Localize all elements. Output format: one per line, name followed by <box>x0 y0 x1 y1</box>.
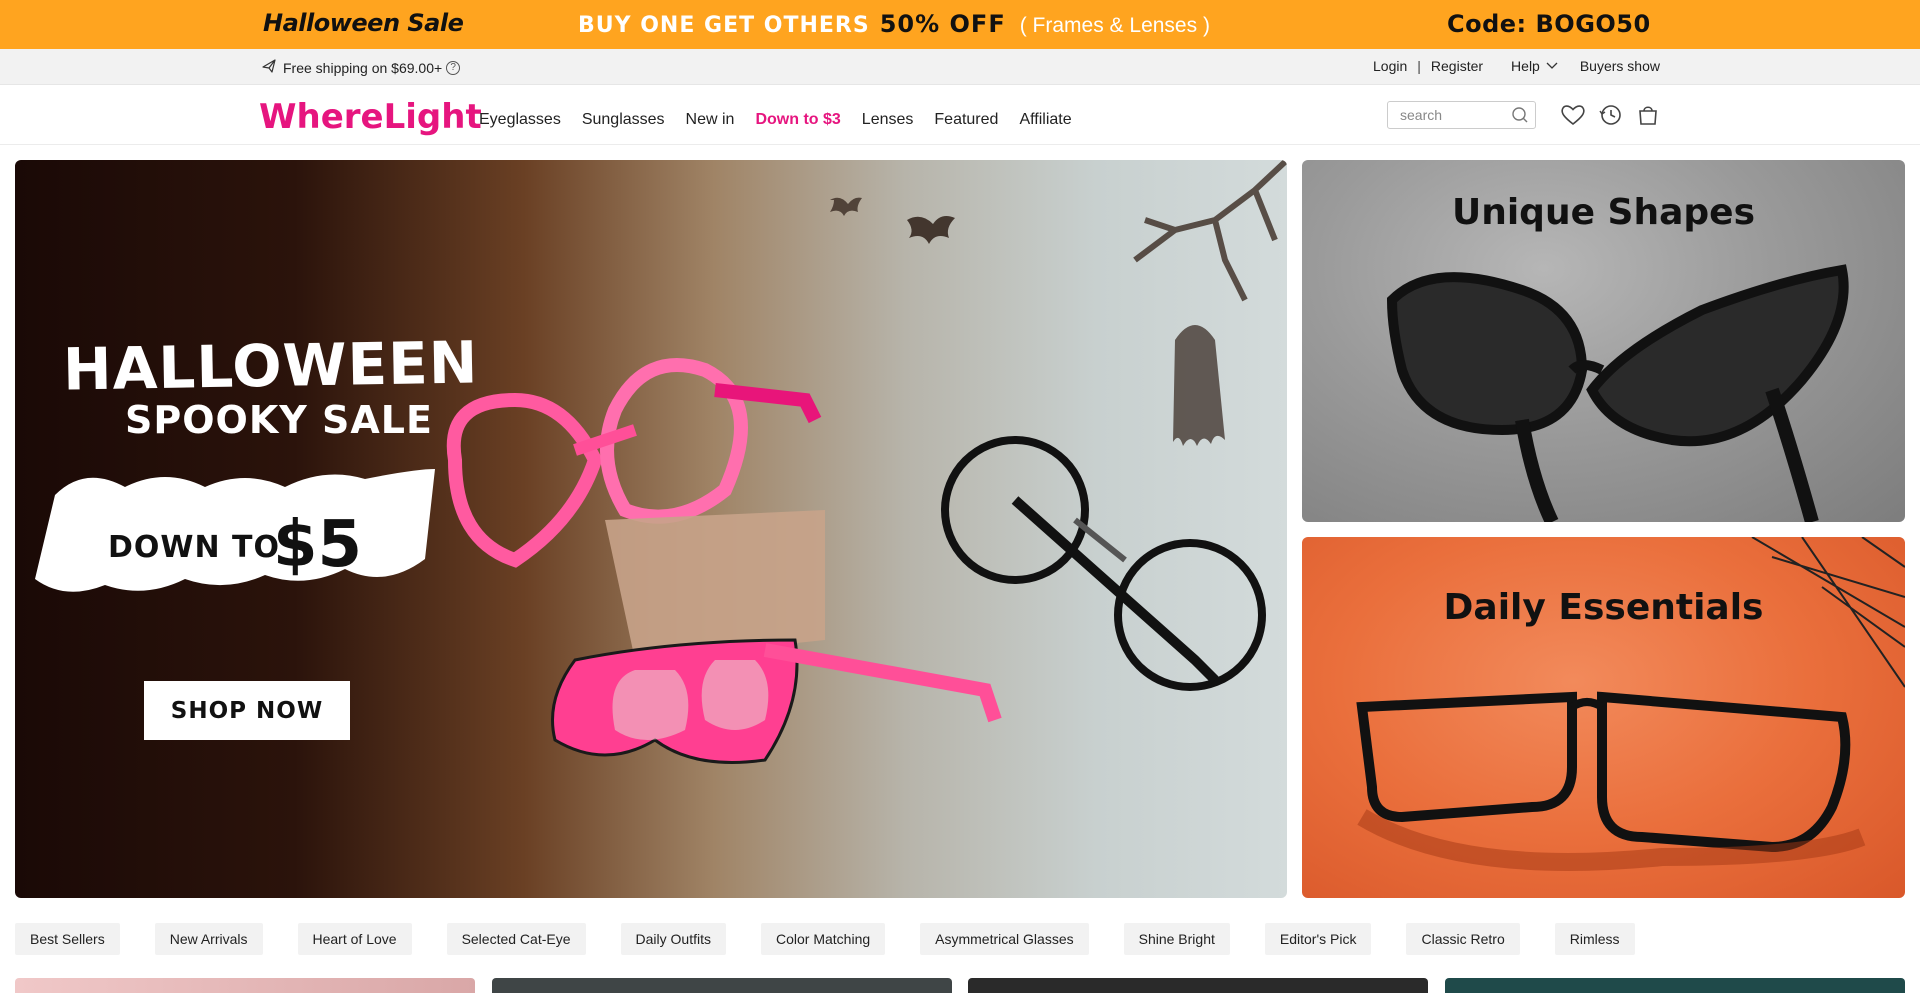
promo-offer-discount: 50% OFF <box>879 10 1006 38</box>
main-header: WhereLight Eyeglasses Sunglasses New in … <box>0 85 1920 145</box>
nav-new-in[interactable]: New in <box>686 111 735 129</box>
logo[interactable]: WhereLight <box>259 97 482 137</box>
nav-sunglasses[interactable]: Sunglasses <box>582 111 665 129</box>
chip-daily-outfits[interactable]: Daily Outfits <box>620 923 726 955</box>
chip-color-matching[interactable]: Color Matching <box>760 923 886 955</box>
help-label: Help <box>1511 58 1540 74</box>
link-separator: | <box>1417 58 1421 74</box>
help-menu[interactable]: Help <box>1511 58 1558 74</box>
search-placeholder: search <box>1400 107 1443 123</box>
product-card-image[interactable] <box>1445 978 1905 993</box>
chip-editors-pick[interactable]: Editor's Pick <box>1264 923 1372 955</box>
account-links: Login | Register Help Buyers show <box>1373 58 1660 74</box>
hero-illustration <box>35 160 1287 764</box>
header-icons <box>1560 103 1672 127</box>
login-link[interactable]: Login <box>1373 58 1407 74</box>
nav-featured[interactable]: Featured <box>934 111 998 129</box>
free-shipping-text: Free shipping on $69.00+ <box>283 59 443 76</box>
cat-eye-sunglasses-image <box>1386 264 1849 522</box>
promo-offer-text: BUY ONE GET OTHERS <box>578 13 870 38</box>
promo-offer: BUY ONE GET OTHERS 50% OFF ( Frames & Le… <box>578 10 1210 40</box>
hero-price: $5 <box>273 508 363 582</box>
history-icon[interactable] <box>1598 103 1624 127</box>
search-icon[interactable] <box>1511 106 1529 127</box>
product-card-image[interactable] <box>968 978 1428 993</box>
heart-icon[interactable] <box>1560 103 1586 127</box>
nav-eyeglasses[interactable]: Eyeglasses <box>479 111 561 129</box>
rectangle-eyeglasses-image <box>1356 537 1905 871</box>
promo-bar[interactable]: Halloween Sale BUY ONE GET OTHERS 50% OF… <box>0 0 1920 49</box>
nav-affiliate[interactable]: Affiliate <box>1019 111 1071 129</box>
chip-classic-retro[interactable]: Classic Retro <box>1406 923 1520 955</box>
product-card-image[interactable] <box>492 978 952 993</box>
plane-icon <box>261 58 283 77</box>
chip-rimless[interactable]: Rimless <box>1554 923 1635 955</box>
question-icon[interactable]: ? <box>446 60 461 75</box>
product-card-image[interactable] <box>15 978 475 993</box>
hero-banner[interactable]: HALLOWEEN SPOOKY SALE DOWN TO $5 SHOP NO… <box>15 160 1287 898</box>
main-nav: Eyeglasses Sunglasses New in Down to $3 … <box>479 111 1093 129</box>
daily-essentials-banner[interactable]: Daily Essentials <box>1302 537 1905 898</box>
register-link[interactable]: Register <box>1431 58 1483 74</box>
chip-best-sellers[interactable]: Best Sellers <box>15 923 120 955</box>
chip-selected-cat-eye[interactable]: Selected Cat-Eye <box>446 923 586 955</box>
promo-code: Code: BOGO50 <box>1447 10 1651 38</box>
nav-lenses[interactable]: Lenses <box>862 111 914 129</box>
chip-new-arrivals[interactable]: New Arrivals <box>154 923 263 955</box>
unique-shapes-banner[interactable]: Unique Shapes <box>1302 160 1905 522</box>
chip-heart-of-love[interactable]: Heart of Love <box>297 923 412 955</box>
hero-title: HALLOWEEN <box>62 328 479 404</box>
promo-halloween-sale: Halloween Sale <box>263 9 464 37</box>
free-shipping-notice: Free shipping on $69.00+ ? <box>261 58 461 77</box>
chip-shine-bright[interactable]: Shine Bright <box>1123 923 1230 955</box>
utility-bar: Free shipping on $69.00+ ? Login | Regis… <box>0 49 1920 85</box>
promo-offer-scope: ( Frames & Lenses ) <box>1019 14 1210 37</box>
chip-asymmetrical-glasses[interactable]: Asymmetrical Glasses <box>920 923 1089 955</box>
cart-icon[interactable] <box>1636 103 1660 127</box>
shop-now-button[interactable]: SHOP NOW <box>144 681 350 740</box>
category-chips: Best Sellers New Arrivals Heart of Love … <box>15 923 1670 955</box>
hero-down-to: DOWN TO <box>108 530 281 565</box>
buyers-show-link[interactable]: Buyers show <box>1580 58 1660 74</box>
search-input[interactable]: search <box>1387 101 1536 129</box>
chevron-down-icon <box>1546 62 1558 70</box>
nav-down-to-3[interactable]: Down to $3 <box>755 111 840 129</box>
hero-subtitle: SPOOKY SALE <box>125 398 433 442</box>
